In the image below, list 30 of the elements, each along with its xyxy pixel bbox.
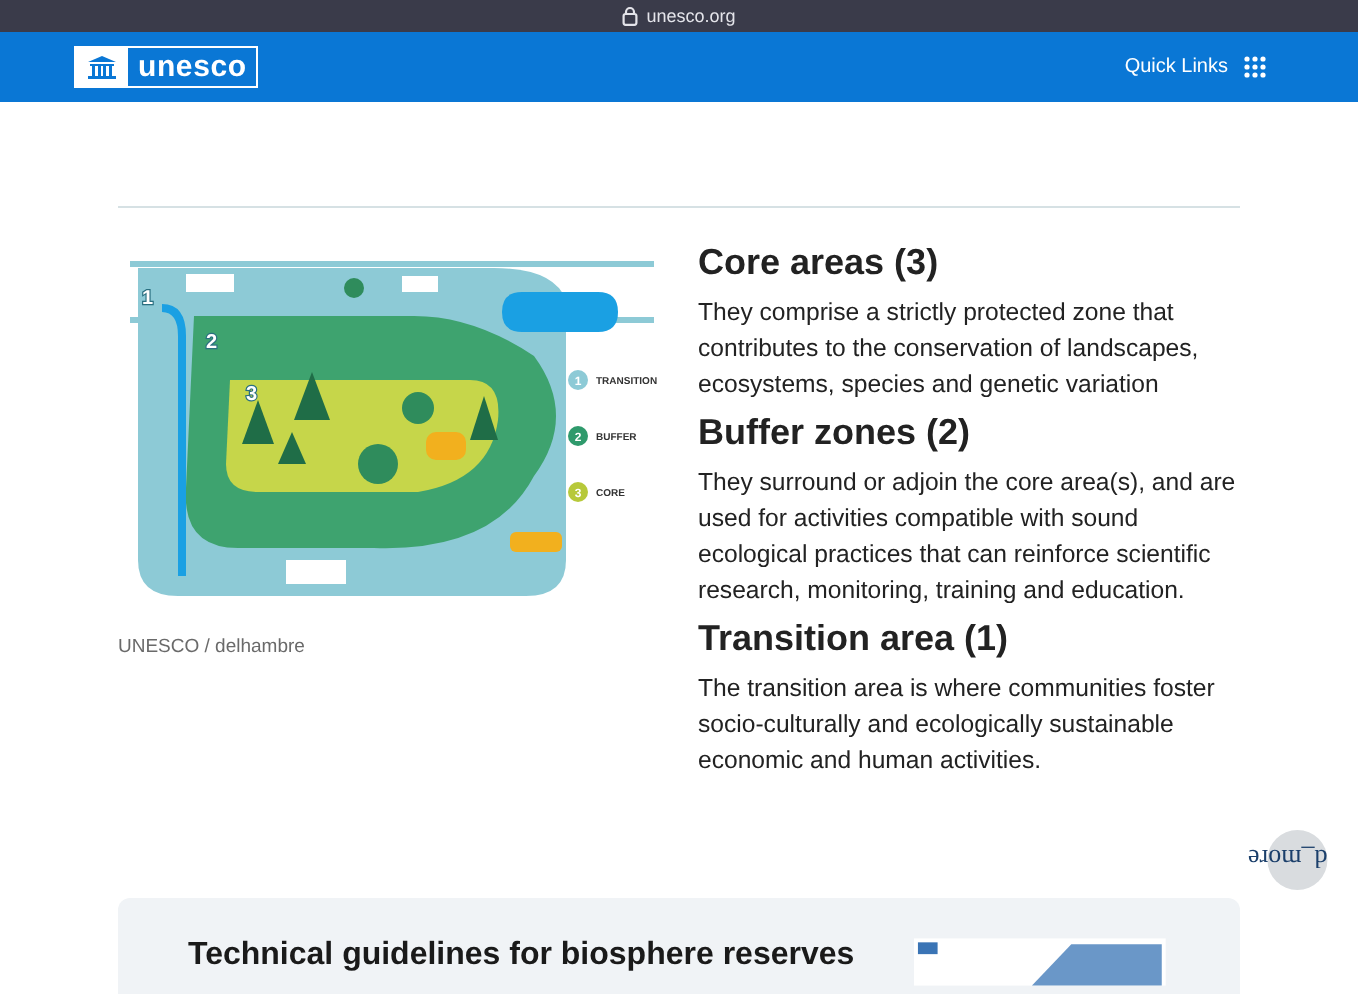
floating-button[interactable]: d_more <box>1248 830 1328 890</box>
document-thumbnail[interactable] <box>914 938 1166 986</box>
section-heading: Transition area (1) <box>698 616 1011 660</box>
image-caption: UNESCO / delhambre <box>118 636 307 658</box>
bush-icon <box>358 444 398 484</box>
logo-text: unesco <box>136 48 249 86</box>
lake-shape <box>502 292 618 332</box>
url-text: unesco.org <box>646 6 736 26</box>
card-title: Technical guidelines for biosphere reserves <box>188 938 855 974</box>
section-text: They surround or adjoin the core area(s), and are used for activities compatible with sound ecological practices that can reinforce scientific research, monitoring, training and education. <box>698 466 1238 608</box>
grid-menu-icon[interactable] <box>1244 56 1266 78</box>
bush-icon <box>402 392 434 424</box>
section-heading: Core areas (3) <box>698 240 941 284</box>
tree-icon <box>470 396 498 440</box>
zone-number: 2 <box>206 332 218 354</box>
section-heading: Buffer zones (2) <box>698 410 973 454</box>
zone-number: 1 <box>142 288 154 310</box>
quick-links-link[interactable]: Quick Links <box>1124 56 1228 78</box>
tree-icon <box>278 432 306 464</box>
unesco-logo[interactable]: unesco <box>74 46 259 88</box>
tree-icon <box>294 372 330 420</box>
field-icon <box>510 532 562 552</box>
bush-icon <box>344 278 364 298</box>
field-icon <box>426 432 466 460</box>
section-text: They comprise a strictly protected zone that contributes to the conservation of landscapes, ecosystems, species and genetic variation <box>698 296 1201 402</box>
zone-number: 3 <box>246 384 258 406</box>
section-text: The transition area is where communities foster socio-culturally and ecologically sustainable economic and human activities. <box>698 672 1217 778</box>
lock-icon <box>622 6 639 26</box>
tree-icon <box>242 400 274 444</box>
temple-icon <box>86 54 118 80</box>
